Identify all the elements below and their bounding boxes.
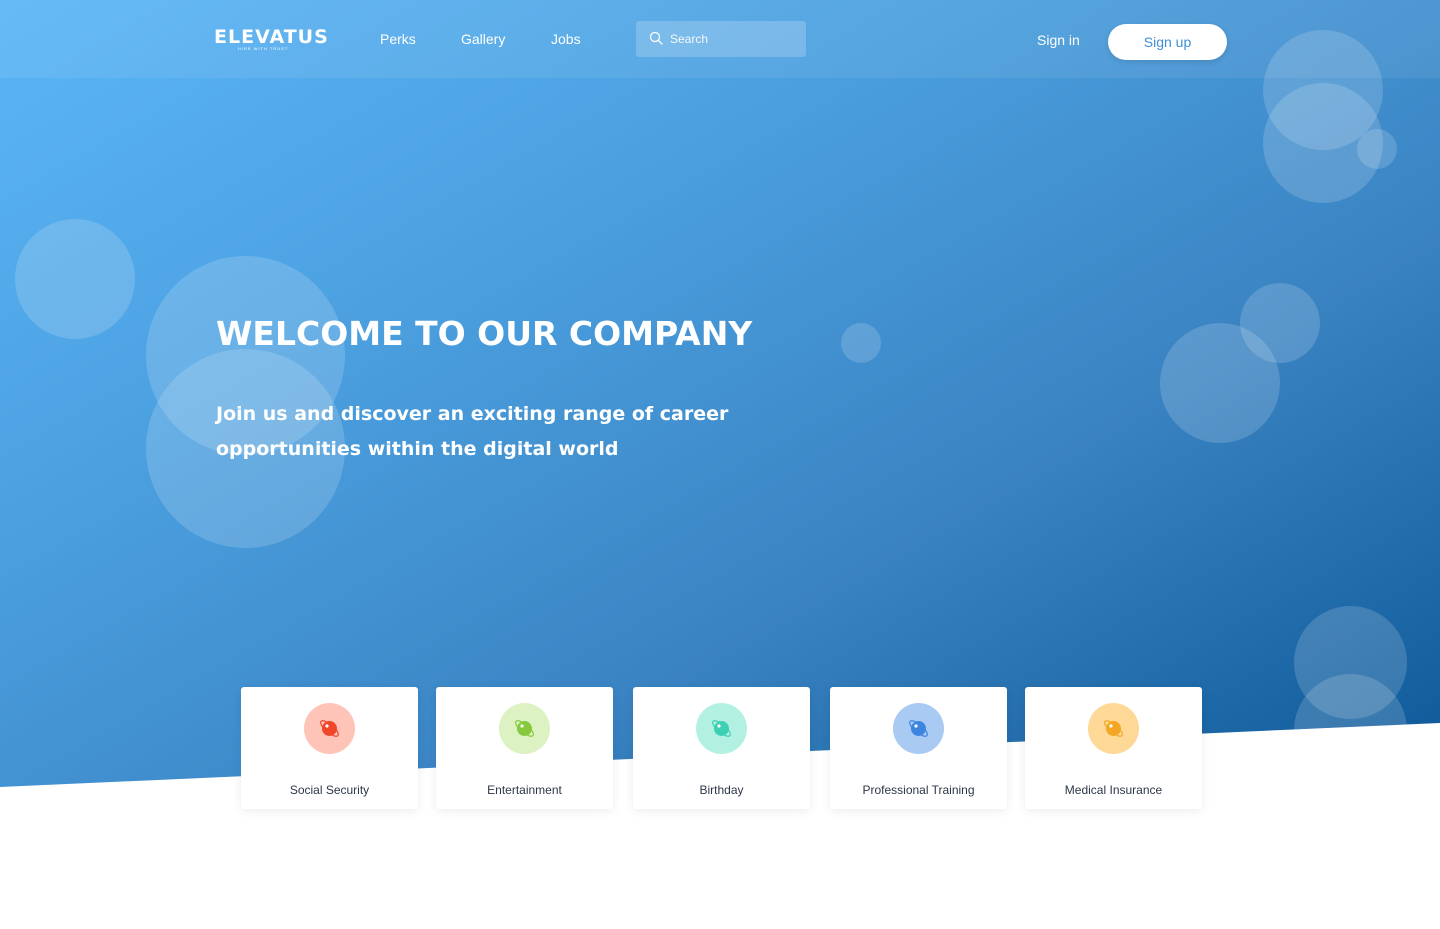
logo-wordmark: ELEVATUS xyxy=(214,26,329,48)
decor-bubble xyxy=(1357,129,1397,169)
top-navbar: ELEVATUS HIRE WITH TRUST Perks Gallery J… xyxy=(0,0,1440,78)
perk-label: Entertainment xyxy=(487,783,562,797)
perk-icon-badge xyxy=(696,703,747,754)
perk-label: Social Security xyxy=(289,783,370,797)
search-icon xyxy=(649,31,663,45)
search-box[interactable] xyxy=(636,21,806,57)
sign-in-link[interactable]: Sign in xyxy=(1037,31,1080,49)
hero-title: WELCOME TO OUR COMPANY xyxy=(216,314,753,353)
decor-bubble xyxy=(1294,674,1407,787)
perk-label: Birthday xyxy=(699,783,744,797)
planet-icon xyxy=(1104,720,1123,737)
search-input[interactable] xyxy=(670,21,798,57)
perk-card-social-security[interactable]: Social Security xyxy=(241,687,418,809)
perk-card-entertainment[interactable]: Entertainment xyxy=(436,687,613,809)
hero-subtitle: Join us and discover an exciting range o… xyxy=(216,403,729,460)
sign-up-button[interactable]: Sign up xyxy=(1108,24,1227,60)
perk-label: Professional Training xyxy=(862,783,975,797)
decor-bubble xyxy=(15,219,135,339)
planet-icon xyxy=(909,720,928,737)
perk-label: Medical Insurance xyxy=(1064,783,1163,797)
decor-bubble xyxy=(1160,323,1280,443)
perk-icon-badge xyxy=(1088,703,1139,754)
nav-gallery[interactable]: Gallery xyxy=(461,30,505,48)
perk-card-professional-training[interactable]: Professional Training xyxy=(830,687,1007,809)
company-logo[interactable]: ELEVATUS HIRE WITH TRUST xyxy=(214,28,332,54)
nav-perks[interactable]: Perks xyxy=(380,30,416,48)
perk-icon-badge xyxy=(499,703,550,754)
perk-card-birthday[interactable]: Birthday xyxy=(633,687,810,809)
nav-jobs[interactable]: Jobs xyxy=(551,30,581,48)
perk-icon-badge xyxy=(893,703,944,754)
perk-icon-badge xyxy=(304,703,355,754)
planet-icon xyxy=(515,720,534,737)
decor-bubble xyxy=(841,323,881,363)
landing-page: WELCOME TO OUR COMPANY Join us and disco… xyxy=(0,0,1440,929)
planet-icon xyxy=(712,720,731,737)
planet-icon xyxy=(320,720,339,737)
hero-section: WELCOME TO OUR COMPANY Join us and disco… xyxy=(0,0,1440,787)
perk-card-medical-insurance[interactable]: Medical Insurance xyxy=(1025,687,1202,809)
logo-tagline: HIRE WITH TRUST xyxy=(238,46,289,51)
